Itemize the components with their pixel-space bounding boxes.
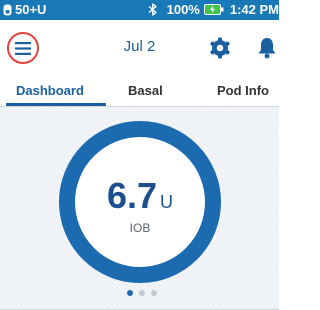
pod-icon [3,4,12,15]
page-indicator [127,290,157,296]
bell-icon[interactable] [256,36,278,60]
date-title: Jul 2 [123,38,156,55]
iob-label: IOB [129,221,151,235]
tab-bar: Dashboard Basal Pod Info [0,78,279,107]
active-tab-indicator [6,103,106,106]
battery-percent: 100% [166,2,200,17]
system-status: 100% 1:42 PM [148,2,279,17]
app-header: Jul 2 [0,20,279,78]
iob-ring: 6.7 U IOB [59,121,221,283]
pod-status: 50+U [3,2,46,17]
dashboard-panel: 6.7 U IOB [0,107,279,310]
clock-time: 1:42 PM [229,2,279,17]
battery-charging-icon [203,4,224,15]
page-dot[interactable] [139,290,145,296]
iob-number: 6.7 [106,175,158,216]
status-bar: 50+U 100% 1:42 PM [0,0,279,20]
bluetooth-icon [148,3,157,16]
app-screen: 50+U 100% 1:42 PM Jul 2 Dashboard Basal … [0,0,279,310]
tab-pod-info[interactable]: Pod Info [217,83,269,98]
iob-value: 6.7 U [75,175,205,217]
tab-basal[interactable]: Basal [128,83,163,98]
tab-dashboard[interactable]: Dashboard [16,83,84,98]
page-dot[interactable] [127,290,133,296]
page-dot[interactable] [151,290,157,296]
pod-status-text: 50+U [15,2,47,17]
iob-unit: U [160,192,174,212]
gear-icon[interactable] [208,36,232,60]
